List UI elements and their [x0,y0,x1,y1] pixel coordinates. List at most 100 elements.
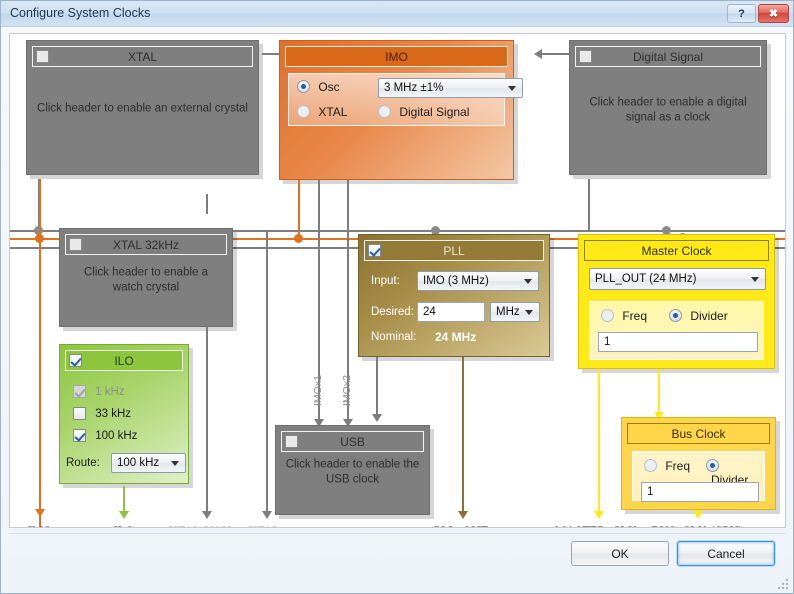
xtal32-header[interactable]: XTAL 32kHz [65,234,227,255]
ilo-route-label: Route: [66,457,100,469]
close-button[interactable]: ✖ [758,4,789,23]
pll-input-label: Input: [371,275,400,287]
usb-enable-checkbox[interactable] [285,435,298,448]
master-clock-freq-radio[interactable] [601,309,614,322]
wire-xtal32-output [206,327,208,514]
ilo-header[interactable]: ILO [65,350,183,371]
digital-signal-enable-checkbox[interactable] [579,50,592,63]
imo-osc-radio[interactable] [297,80,310,93]
help-button[interactable]: ? [727,4,756,23]
panel-body: PLL Input: IMO (3 MHz) Desired: 24 MHz N… [358,234,550,357]
xtal32-enable-checkbox[interactable] [69,238,82,251]
master-clock-title: Master Clock [641,243,712,258]
pll-title: PLL [443,243,465,258]
imo-digital-signal-radio-row[interactable]: Digital Signal [378,105,469,119]
master-clock-source-select[interactable]: PLL_OUT (24 MHz) [589,268,766,290]
panel-pll[interactable]: PLL Input: IMO (3 MHz) Desired: 24 MHz N… [358,234,554,361]
imo-title: IMO [385,49,408,64]
master-clock-divider-radio-row[interactable]: Divider [669,309,728,323]
pll-input-value: IMO (3 MHz) [423,275,489,287]
ilo-100khz-label: 100 kHz [95,430,138,442]
wire-xtal32-stub [206,194,208,214]
junction-dot-imo [294,234,303,243]
chevron-down-icon [508,86,516,91]
imo-digital-signal-label: Digital Signal [399,105,470,119]
arrow-xtal32-output [202,511,212,519]
usb-header[interactable]: USB [281,431,424,452]
pll-unit-value: MHz [496,306,520,318]
imo-frequency-select[interactable]: 3 MHz ±1% [378,78,523,98]
pll-enable-checkbox[interactable] [368,244,381,257]
xtal32-title: XTAL 32kHz [112,237,180,252]
chevron-down-icon [751,277,759,282]
pll-desired-input[interactable]: 24 [417,302,485,322]
imo-xtal-radio-row[interactable]: XTAL [297,105,347,119]
imo-osc-radio-row[interactable]: Osc [297,80,340,94]
master-clock-divider-label: Divider [690,309,728,323]
imo-xtal-radio[interactable] [297,105,310,118]
clock-diagram-canvas: XTAL Click header to enable an external … [9,33,786,528]
xtal-header[interactable]: XTAL [32,46,253,67]
wire-pll-out [462,357,464,514]
pll-input-select[interactable]: IMO (3 MHz) [417,271,539,291]
imo-digital-signal-radio[interactable] [378,105,391,118]
ilo-33khz-label: 33 kHz [95,408,131,420]
master-clock-header[interactable]: Master Clock [584,240,769,261]
ilo-route-select[interactable]: 100 kHz [111,453,186,473]
panel-digital-signal[interactable]: Digital Signal Click header to enable a … [569,40,771,179]
panel-master-clock[interactable]: Master Clock PLL_OUT (24 MHz) Freq Divid… [578,234,779,373]
ilo-100khz-checkbox[interactable] [73,429,86,442]
master-clock-divider-value: 1 [604,336,611,348]
panel-ilo[interactable]: ILO 1 kHz 33 kHz 100 kHz Route: 100 kHz [59,344,193,488]
bus-clock-divider-input[interactable]: 1 [641,482,759,502]
panel-xtal-32khz[interactable]: XTAL 32kHz Click header to enable a watc… [59,228,237,331]
ilo-option-1khz[interactable]: 1 kHz [73,385,125,398]
bus-clock-freq-radio-row[interactable]: Freq [644,459,690,473]
wire-label-imox2: IMOx2 [341,375,353,406]
bus-clock-header[interactable]: Bus Clock [627,423,770,444]
output-label-xtal: XTAL [234,524,294,527]
wire-xtal-output [266,230,268,514]
wire-imo-drop [298,180,300,238]
master-clock-freq-radio-row[interactable]: Freq [601,309,647,323]
ilo-enable-checkbox[interactable] [69,354,82,367]
panel-xtal[interactable]: XTAL Click header to enable an external … [26,40,263,179]
xtal32-note: Click header to enable a watch crystal [83,265,209,293]
digital-signal-title: Digital Signal [632,49,704,64]
ilo-option-33khz[interactable]: 33 kHz [73,407,131,420]
imo-options: Osc 3 MHz ±1% XTAL Digital Signal [288,73,523,126]
ok-button[interactable]: OK [571,541,669,566]
output-label-imo: IMO [10,524,70,527]
arrow-xtal-output [262,511,272,519]
panel-body: Digital Signal Click header to enable a … [569,40,767,175]
output-label-bus-clk: BUS_CLK (CPU) [632,524,762,527]
footer-divider [9,533,786,534]
master-clock-divider-input[interactable]: 1 [598,332,758,352]
cancel-button[interactable]: Cancel [677,541,775,566]
ilo-1khz-checkbox[interactable] [73,385,86,398]
wire-master-clk-out [598,369,600,514]
arrow-digital-to-imo [534,49,542,59]
ilo-title: ILO [114,353,134,368]
imo-header[interactable]: IMO [285,46,508,67]
pll-desired-label: Desired: [371,306,414,318]
panel-imo[interactable]: IMO Osc 3 MHz ±1% XTAL Digital Signal [279,40,523,184]
master-clock-divider-radio[interactable] [669,309,682,322]
bus-clock-mode-group: Freq Divider 1 [632,451,765,502]
ilo-33khz-checkbox[interactable] [73,407,86,420]
xtal-enable-checkbox[interactable] [36,50,49,63]
panel-body: XTAL Click header to enable an external … [26,40,259,175]
bus-clock-freq-label: Freq [665,459,691,473]
bus-clock-divider-radio[interactable] [706,459,719,472]
ilo-option-100khz[interactable]: 100 kHz [73,429,137,442]
panel-usb[interactable]: USB Click header to enable the USB clock [275,425,434,519]
pll-unit-select[interactable]: MHz [490,302,540,322]
ilo-route-value: 100 kHz [117,457,160,469]
bus-clock-freq-radio[interactable] [644,459,657,472]
digital-signal-header[interactable]: Digital Signal [575,46,761,67]
resize-grip[interactable] [777,578,789,590]
panel-bus-clock[interactable]: Bus Clock Freq Divider 1 [621,417,780,514]
pll-header[interactable]: PLL [364,240,544,261]
panel-body: ILO 1 kHz 33 kHz 100 kHz Route: 100 kHz [59,344,189,484]
panel-body: IMO Osc 3 MHz ±1% XTAL Digital Signal [279,40,523,180]
